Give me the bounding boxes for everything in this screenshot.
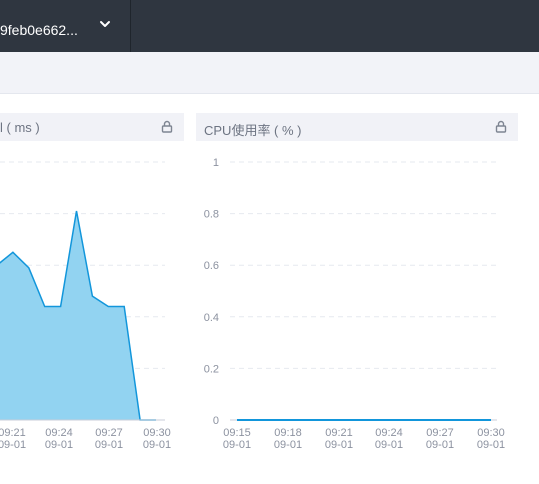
x-tick-label: 09:30 xyxy=(477,427,505,439)
x-tick-label: 09-01 xyxy=(274,439,302,451)
y-tick-label: 1 xyxy=(213,157,219,169)
x-tick-label: 09:21 xyxy=(325,427,353,439)
x-tick-label: 09:27 xyxy=(426,427,454,439)
cpu-panel-header: CPU使用率 ( % ) xyxy=(196,113,518,141)
x-tick-label: 09:30 xyxy=(143,427,171,439)
chevron-down-icon[interactable] xyxy=(98,17,112,31)
x-tick-label: 09:24 xyxy=(45,427,73,439)
x-tick-label: 09:27 xyxy=(95,427,123,439)
top-bar: 9feb0e662... xyxy=(0,0,539,52)
x-tick-label: 09:21 xyxy=(0,427,26,439)
toolbar-strip xyxy=(0,52,539,94)
y-tick-label: 0.4 xyxy=(204,312,219,324)
x-tick-label: 09:15 xyxy=(223,427,251,439)
x-tick-label: 09-01 xyxy=(223,439,251,451)
panel-title: CPU使用率 ( % ) xyxy=(204,123,302,138)
instance-id: 9feb0e662... xyxy=(0,22,78,38)
x-tick-label: 09:24 xyxy=(375,427,403,439)
instance-selector[interactable]: 9feb0e662... xyxy=(0,0,131,52)
y-tick-label: 0.2 xyxy=(204,363,219,375)
lock-icon[interactable] xyxy=(495,120,507,133)
x-tick-label: 09-01 xyxy=(0,439,26,451)
latency-area xyxy=(0,211,156,420)
latency-panel-header: l ( ms ) xyxy=(0,113,184,141)
y-tick-label: 0.6 xyxy=(204,260,219,272)
panel-title: l ( ms ) xyxy=(0,120,40,135)
charts-area: 09:2109-0109:2409-0109:2709-0109:3009-01… xyxy=(0,157,505,451)
x-tick-label: 09-01 xyxy=(426,439,454,451)
x-tick-label: 09-01 xyxy=(477,439,505,451)
x-tick-label: 09-01 xyxy=(325,439,353,451)
x-tick-label: 09-01 xyxy=(375,439,403,451)
x-tick-label: 09-01 xyxy=(95,439,123,451)
y-tick-label: 0 xyxy=(213,415,219,427)
x-tick-label: 09-01 xyxy=(45,439,73,451)
x-tick-label: 09:18 xyxy=(274,427,302,439)
x-tick-label: 09-01 xyxy=(143,439,171,451)
lock-icon[interactable] xyxy=(161,120,173,133)
y-tick-label: 0.8 xyxy=(204,209,219,221)
